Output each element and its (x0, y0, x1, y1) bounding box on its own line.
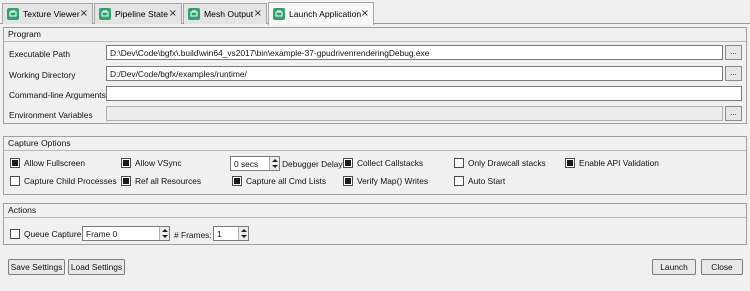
allow-fullscreen-checkbox[interactable]: Allow Fullscreen (10, 158, 85, 168)
executable-path-input[interactable]: D:\Dev\Code\bgfx\.build\win64_vs2017\bin… (106, 45, 723, 60)
checkbox-box (454, 158, 464, 168)
verify-map-writes-checkbox[interactable]: Verify Map() Writes (343, 176, 428, 186)
enable-api-validation-checkbox[interactable]: Enable API Validation (565, 158, 659, 168)
tab-label: Launch Application (289, 9, 362, 19)
program-group: Program Executable Path D:\Dev\Code\bgfx… (3, 27, 747, 124)
checkbox-box (343, 158, 353, 168)
capture-options-group: Capture Options Allow Fullscreen Allow V… (3, 136, 747, 195)
checkbox-box (10, 176, 20, 186)
checkbox-box (10, 229, 20, 239)
tab-pipeline-state[interactable]: Pipeline State × (94, 3, 182, 24)
divider (4, 150, 746, 151)
window-icon (273, 8, 285, 20)
window-icon (188, 8, 200, 20)
num-frames-label: # Frames: (174, 230, 212, 240)
window-icon (7, 8, 19, 20)
checkbox-label: Only Drawcall stacks (468, 158, 546, 168)
num-frames-spinbox[interactable]: 1 (213, 226, 249, 241)
cmdline-args-label: Command-line Arguments (9, 90, 106, 100)
close-button[interactable]: Close (701, 259, 743, 275)
edit-env-button[interactable]: ... (725, 106, 742, 121)
save-settings-button[interactable]: Save Settings (8, 259, 65, 275)
only-drawcall-stacks-checkbox[interactable]: Only Drawcall stacks (454, 158, 546, 168)
executable-path-label: Executable Path (9, 49, 70, 59)
queue-capture-checkbox[interactable]: Queue Capture (10, 229, 81, 239)
working-directory-label: Working Directory (9, 70, 76, 80)
close-icon[interactable]: × (361, 9, 369, 19)
tab-label: Mesh Output (204, 9, 254, 19)
checkbox-box (10, 158, 20, 168)
launch-button[interactable]: Launch (652, 259, 696, 275)
checkbox-box (121, 176, 131, 186)
tab-mesh-output[interactable]: Mesh Output × (183, 3, 267, 24)
checkbox-box (232, 176, 242, 186)
auto-start-checkbox[interactable]: Auto Start (454, 176, 505, 186)
collect-callstacks-checkbox[interactable]: Collect Callstacks (343, 158, 423, 168)
allow-vsync-checkbox[interactable]: Allow VSync (121, 158, 182, 168)
window-icon (99, 8, 111, 20)
tab-label: Pipeline State (115, 9, 169, 19)
checkbox-label: Queue Capture (24, 229, 82, 239)
checkbox-label: Capture all Cmd Lists (246, 176, 327, 186)
close-icon[interactable]: × (80, 9, 88, 19)
checkbox-label: Enable API Validation (579, 158, 659, 168)
actions-group: Actions Queue Capture Frame 0 # Frames: … (3, 203, 747, 245)
capture-all-cmd-lists-checkbox[interactable]: Capture all Cmd Lists (232, 176, 326, 186)
spinbox-value: 1 (217, 229, 222, 239)
checkbox-label: Allow Fullscreen (24, 158, 85, 168)
checkbox-box (565, 158, 575, 168)
spin-arrows-icon[interactable] (159, 227, 169, 240)
divider (4, 41, 746, 42)
close-icon[interactable]: × (254, 9, 262, 19)
browse-executable-button[interactable]: ... (725, 45, 742, 60)
capture-child-processes-checkbox[interactable]: Capture Child Processes (10, 176, 117, 186)
spinbox-value: 0 secs (234, 159, 259, 169)
debugger-delay-spinbox[interactable]: 0 secs (230, 156, 280, 171)
group-title: Actions (8, 205, 37, 215)
group-title: Capture Options (8, 138, 71, 148)
tab-bar: Texture Viewer × Pipeline State × Mesh O… (0, 0, 750, 25)
checkbox-label: Capture Child Processes (24, 176, 117, 186)
group-title: Program (8, 29, 41, 39)
debugger-delay-label: Debugger Delay (282, 159, 343, 169)
checkbox-label: Ref all Resources (135, 176, 202, 186)
checkbox-box (454, 176, 464, 186)
checkbox-label: Auto Start (468, 176, 506, 186)
close-icon[interactable]: × (169, 9, 177, 19)
env-vars-input (106, 106, 723, 121)
checkbox-label: Allow VSync (135, 158, 182, 168)
checkbox-label: Verify Map() Writes (357, 176, 429, 186)
load-settings-button[interactable]: Load Settings (68, 259, 125, 275)
spin-arrows-icon[interactable] (269, 157, 279, 170)
tab-launch-application[interactable]: Launch Application × (268, 2, 374, 25)
working-directory-input[interactable]: D:/Dev/Code/bgfx/examples/runtime/ (106, 66, 723, 81)
checkbox-label: Collect Callstacks (357, 158, 424, 168)
ref-all-resources-checkbox[interactable]: Ref all Resources (121, 176, 201, 186)
checkbox-box (343, 176, 353, 186)
capture-frame-spinbox[interactable]: Frame 0 (82, 226, 170, 241)
spinbox-value: Frame 0 (86, 229, 118, 239)
spin-arrows-icon[interactable] (238, 227, 248, 240)
env-vars-label: Environment Variables (9, 110, 93, 120)
tab-label: Texture Viewer (23, 9, 80, 19)
browse-directory-button[interactable]: ... (725, 66, 742, 81)
checkbox-box (121, 158, 131, 168)
divider (4, 217, 746, 218)
tab-texture-viewer[interactable]: Texture Viewer × (2, 3, 93, 24)
cmdline-args-input[interactable] (106, 86, 742, 101)
